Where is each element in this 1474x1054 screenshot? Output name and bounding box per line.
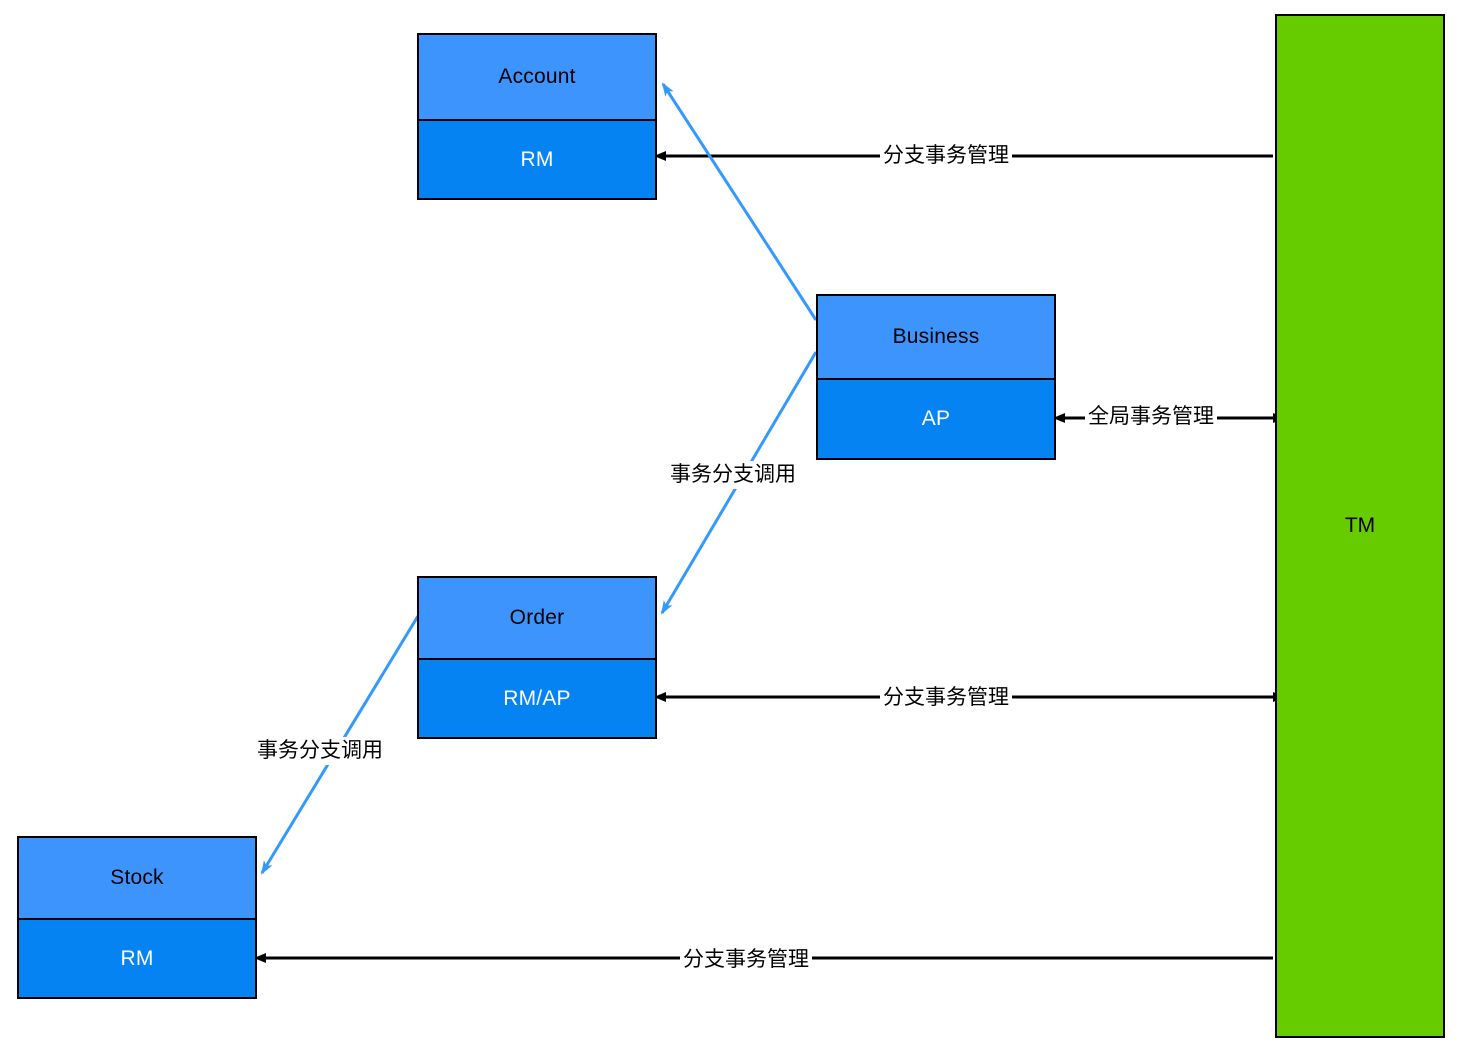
edge-label-tm-order: 分支事务管理 (880, 685, 1012, 711)
node-tm[interactable]: TM (1275, 14, 1445, 1038)
diagram-canvas: Account RM Business AP Order RM/AP Stock… (0, 0, 1474, 1054)
node-business[interactable]: Business AP (816, 294, 1056, 460)
node-stock-role: RM (19, 920, 255, 997)
node-stock[interactable]: Stock RM (17, 836, 257, 999)
edge-label-tm-stock: 分支事务管理 (680, 947, 812, 973)
node-account-header: Account (419, 35, 655, 121)
edge-business-account (661, 82, 818, 321)
node-account[interactable]: Account RM (417, 33, 657, 200)
edge-label-business-branches: 事务分支调用 (666, 461, 800, 489)
edge-label-tm-business: 全局事务管理 (1085, 404, 1217, 430)
node-tm-label: TM (1344, 514, 1376, 537)
node-order-header: Order (419, 578, 655, 660)
edge-label-order-stock: 事务分支调用 (253, 737, 387, 765)
node-order-role: RM/AP (419, 660, 655, 737)
node-account-role: RM (419, 121, 655, 198)
node-stock-header: Stock (19, 838, 255, 920)
node-business-header: Business (818, 296, 1054, 380)
node-business-role: AP (818, 380, 1054, 458)
node-order[interactable]: Order RM/AP (417, 576, 657, 739)
edge-label-tm-account: 分支事务管理 (880, 143, 1012, 169)
